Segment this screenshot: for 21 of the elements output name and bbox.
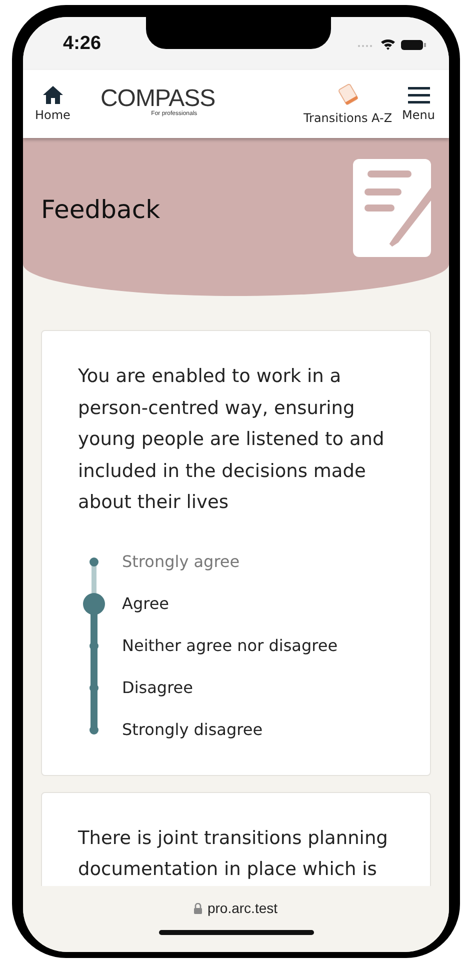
menu-button[interactable]: Menu <box>402 86 435 122</box>
feedback-form-icon <box>353 159 433 259</box>
url-text[interactable]: pro.arc.test <box>194 900 278 916</box>
page-title: Feedback <box>41 194 160 224</box>
rating-option[interactable]: Neither agree nor disagree <box>122 624 338 666</box>
question-text: There is joint transitions planning documentation in place which is <box>78 826 389 882</box>
home-icon <box>42 86 63 104</box>
rating-option[interactable]: Strongly disagree <box>122 708 338 750</box>
question-text: You are enabled to work in a person-centred way, ensuring young people are listened to and included in the decisions made about their lives <box>78 365 386 515</box>
rating-option[interactable]: Strongly agree <box>122 540 338 582</box>
rating-option[interactable]: Disagree <box>122 666 338 708</box>
menu-icon <box>408 86 430 104</box>
status-time: 4:26 <box>63 32 102 54</box>
url-label: pro.arc.test <box>207 900 278 916</box>
battery-icon <box>401 40 426 50</box>
slider-thumb[interactable] <box>83 592 105 614</box>
home-button[interactable]: Home <box>35 86 70 122</box>
rating-option[interactable]: Agree <box>122 582 338 624</box>
lock-icon <box>194 902 202 914</box>
wifi-icon <box>381 39 395 50</box>
transitions-button[interactable]: Transitions A-Z <box>303 83 392 125</box>
